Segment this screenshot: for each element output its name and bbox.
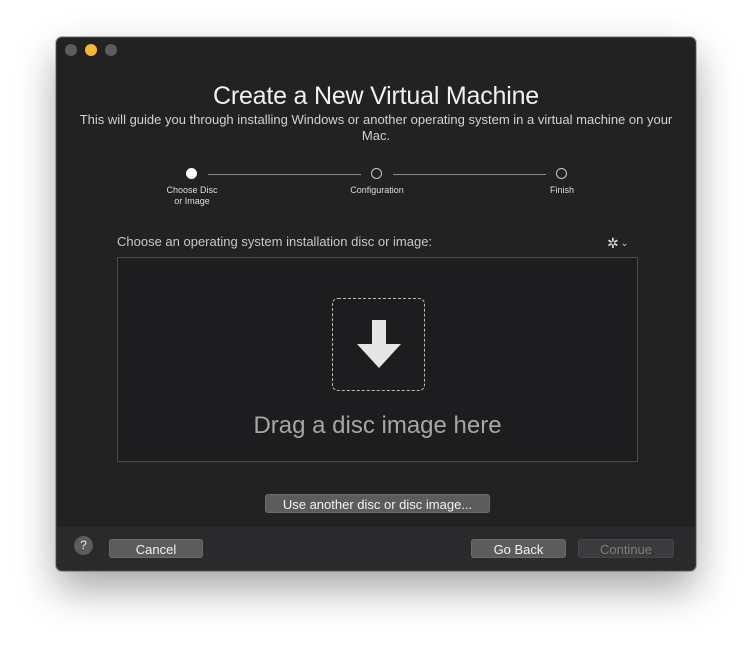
step-label-line: Choose Disc — [166, 185, 218, 195]
step-dot-finish — [556, 168, 567, 179]
cancel-button[interactable]: Cancel — [109, 539, 203, 558]
gear-icon[interactable]: ✲ ⌄ — [607, 235, 637, 251]
close-window-button[interactable] — [65, 44, 77, 56]
go-back-button[interactable]: Go Back — [471, 539, 566, 558]
zoom-window-button[interactable] — [105, 44, 117, 56]
step-label-choose-disc: Choose Disc or Image — [147, 185, 237, 207]
drop-target — [332, 298, 425, 391]
progress-steps: Choose Disc or Image Configuration Finis… — [57, 166, 695, 216]
footer-bar: ? Cancel Go Back Continue — [57, 525, 695, 570]
new-vm-window: Create a New Virtual Machine This will g… — [56, 37, 696, 571]
step-connector — [208, 174, 361, 175]
step-connector — [393, 174, 546, 175]
minimize-window-button[interactable] — [85, 44, 97, 56]
step-label-finish: Finish — [549, 185, 574, 195]
help-button[interactable]: ? — [74, 536, 93, 555]
choose-disc-label: Choose an operating system installation … — [117, 234, 433, 249]
continue-button[interactable]: Continue — [578, 539, 674, 558]
drop-instructions: Drag a disc image here — [253, 412, 502, 439]
step-dot-configuration — [371, 168, 382, 179]
window-controls — [65, 44, 117, 56]
step-label-line: or Image — [174, 196, 210, 206]
step-label-configuration: Configuration — [350, 185, 404, 195]
page-subtitle: This will guide you through installing W… — [79, 112, 673, 143]
chevron-down-icon: ⌄ — [620, 238, 629, 248]
use-another-disc-button[interactable]: Use another disc or disc image... — [265, 494, 490, 513]
down-arrow-icon — [357, 320, 401, 368]
disc-image-drop-zone[interactable]: Drag a disc image here — [117, 257, 638, 462]
page-title: Create a New Virtual Machine — [212, 82, 540, 110]
step-dot-choose-disc — [186, 168, 197, 179]
